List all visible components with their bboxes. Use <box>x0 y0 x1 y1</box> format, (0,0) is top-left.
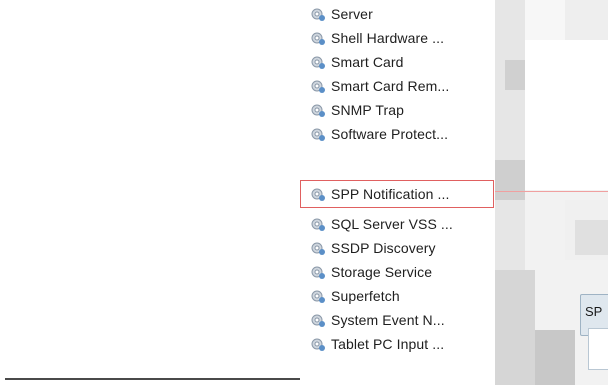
service-name: Tablet PC Input ... <box>331 336 445 352</box>
service-name: Shell Hardware ... <box>331 30 445 46</box>
service-gear-icon <box>310 102 326 118</box>
service-name: Smart Card Rem... <box>331 78 450 94</box>
service-name: SNMP Trap <box>331 102 404 118</box>
services-list[interactable]: Server Shell Hardware ... Smart Card Sma… <box>300 0 495 385</box>
service-name: SPP Notification ... <box>331 186 450 202</box>
blur-block <box>565 0 608 40</box>
service-row[interactable]: Storage Service <box>300 260 493 284</box>
service-gear-icon <box>310 126 326 142</box>
service-gear-icon <box>310 216 326 232</box>
service-gear-icon <box>310 240 326 256</box>
service-gear-icon <box>310 54 326 70</box>
service-name: Superfetch <box>331 288 400 304</box>
dialog-title: SP <box>585 304 603 319</box>
service-row[interactable]: Smart Card <box>300 50 493 74</box>
service-gear-icon <box>310 288 326 304</box>
service-name: Software Protect... <box>331 126 449 142</box>
selection-guide-line <box>495 191 608 192</box>
service-name: SSDP Discovery <box>331 240 436 256</box>
service-gear-icon <box>310 78 326 94</box>
service-row[interactable]: Smart Card Rem... <box>300 74 493 98</box>
service-row[interactable]: SNMP Trap <box>300 98 493 122</box>
service-name: Smart Card <box>331 54 404 70</box>
service-gear-icon <box>310 264 326 280</box>
service-row[interactable]: System Event N... <box>300 308 493 332</box>
blur-block <box>525 40 608 190</box>
service-name: System Event N... <box>331 312 445 328</box>
service-row[interactable]: Shell Hardware ... <box>300 26 493 50</box>
dialog-inner-panel <box>588 328 608 370</box>
service-name: Server <box>331 6 373 22</box>
scrollbar-edge <box>5 378 300 380</box>
service-row-selected[interactable]: SPP Notification ... <box>300 180 494 208</box>
service-gear-icon <box>310 30 326 46</box>
blur-block <box>575 220 608 255</box>
service-name: Storage Service <box>331 264 433 280</box>
blur-block <box>525 0 565 40</box>
service-row[interactable]: Server <box>300 2 493 26</box>
blur-block <box>505 60 525 90</box>
service-row[interactable]: SQL Server VSS ... <box>300 212 493 236</box>
service-gear-icon <box>310 6 326 22</box>
service-row[interactable]: Superfetch <box>300 284 493 308</box>
left-pane <box>0 0 300 385</box>
service-gear-icon <box>310 336 326 352</box>
service-gear-icon <box>310 186 326 202</box>
service-name: SQL Server VSS ... <box>331 216 453 232</box>
service-gear-icon <box>310 312 326 328</box>
service-row[interactable]: Tablet PC Input ... <box>300 332 493 356</box>
blur-block <box>535 330 575 385</box>
blur-block <box>495 160 525 200</box>
service-row[interactable]: Software Protect... <box>300 122 493 146</box>
service-row[interactable]: SSDP Discovery <box>300 236 493 260</box>
blur-block <box>495 270 535 385</box>
